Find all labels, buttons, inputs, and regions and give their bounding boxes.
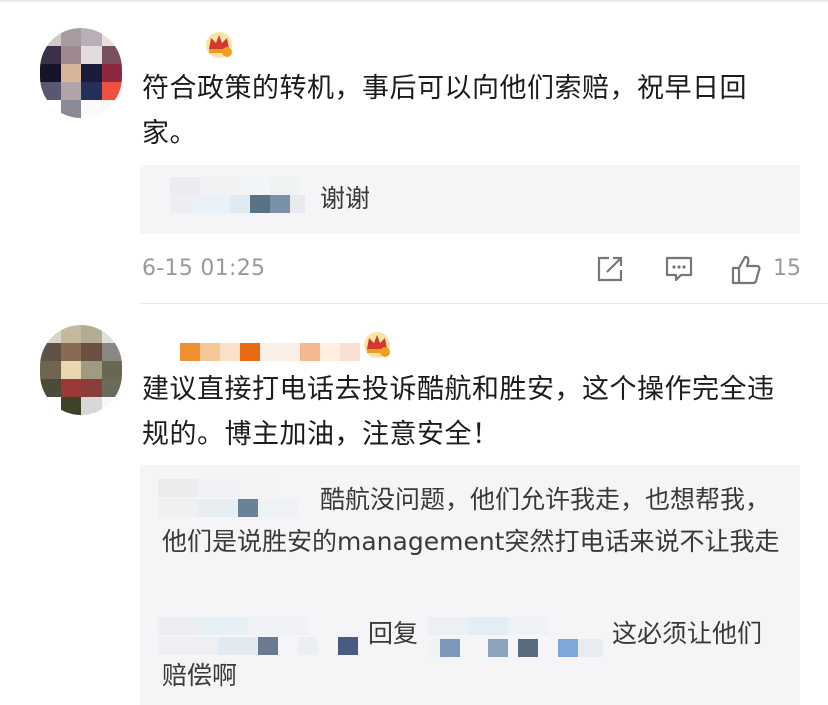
reply-author-mosaic — [170, 177, 320, 223]
comment-text: 建议直接打电话去投诉酷航和胜安，这个操作完全违规的。博主加油，注意安全！ — [142, 374, 775, 450]
avatar[interactable] — [40, 325, 122, 415]
comment-divider — [140, 303, 828, 304]
reply-box[interactable]: 酷航没问题，他们允许我走，也想帮我，他们是说胜安的management突然打电话… — [140, 465, 800, 705]
reply-text: 酷航没问题，他们允许我走，也想帮我，他们是说胜安的management突然打电话… — [162, 485, 780, 556]
like-count: 15 — [773, 256, 801, 281]
reply-text: 谢谢 — [320, 184, 371, 213]
comment-1: 符合政策的转机，事后可以向他们索赔，祝早日回家。 谢谢 6-15 01:25 1… — [0, 0, 828, 305]
comment-text: 符合政策的转机，事后可以向他们索赔，祝早日回家。 — [142, 73, 747, 149]
reply-text: 这必须让他们赔偿啊 — [162, 619, 763, 690]
comment-icon[interactable] — [664, 254, 694, 284]
share-icon[interactable] — [595, 254, 625, 284]
comment-2: 建议直接打电话去投诉酷航和胜安，这个操作完全违规的。博主加油，注意安全！ 酷航没… — [0, 305, 828, 705]
vip-crown-icon — [364, 332, 390, 358]
reply-box[interactable]: 谢谢 — [140, 165, 800, 234]
vip-crown-icon — [206, 32, 232, 58]
username-mosaic[interactable] — [180, 343, 360, 361]
like-icon[interactable] — [730, 254, 762, 286]
timestamp: 6-15 01:25 — [142, 256, 266, 281]
avatar[interactable] — [40, 28, 122, 118]
